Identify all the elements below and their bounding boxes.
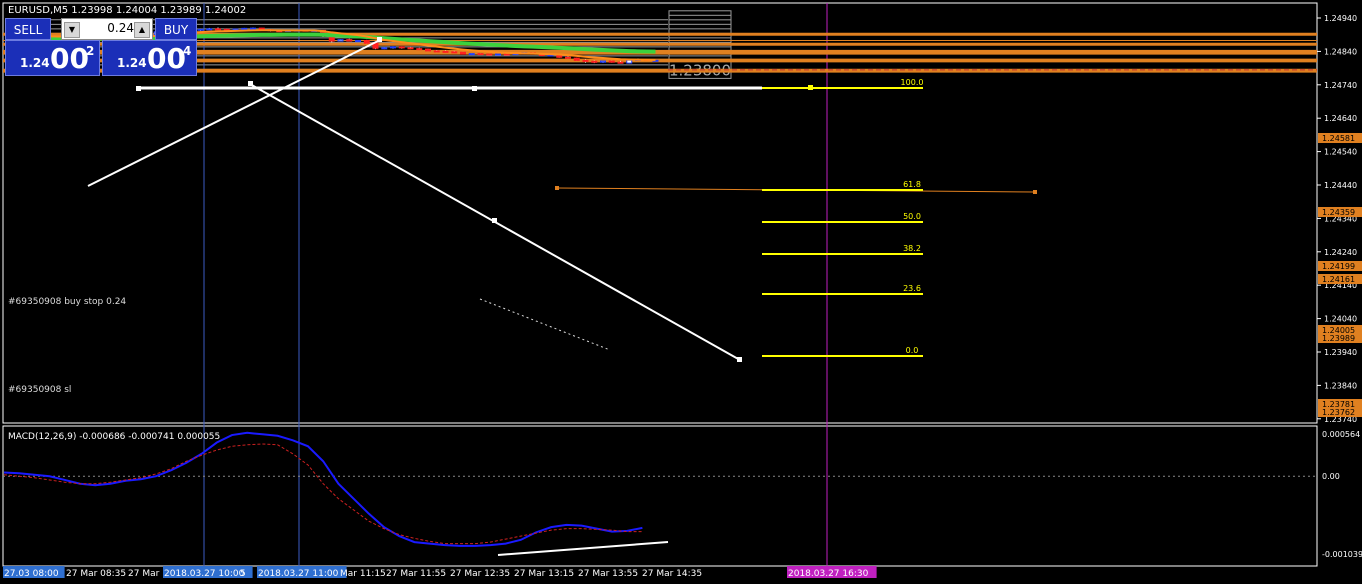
x-tick-label: 5 xyxy=(240,569,246,579)
buy-price-prefix: 1.24 xyxy=(117,56,147,70)
y-tick-label: 1.23940 xyxy=(1324,348,1357,357)
bull-candle xyxy=(381,47,388,50)
bear-candle xyxy=(346,39,353,42)
bear-candle xyxy=(503,53,510,56)
bear-candle xyxy=(416,48,423,51)
macd-tick-label: 0.00 xyxy=(1322,472,1340,481)
fibo-handle[interactable] xyxy=(136,86,141,91)
bear-candle xyxy=(477,53,484,56)
trendline-handle[interactable] xyxy=(492,218,497,223)
buy-button[interactable]: BUY xyxy=(155,18,197,40)
bull-candle xyxy=(197,28,204,31)
buy-price-pips: 00 xyxy=(147,42,186,75)
y-tick-label: 1.24640 xyxy=(1324,114,1357,123)
trendline-handle[interactable] xyxy=(248,81,253,86)
y-tick-label: 1.23840 xyxy=(1324,381,1357,390)
bear-candle xyxy=(608,60,615,63)
bull-candle xyxy=(468,53,475,56)
x-tick-label: 27 Mar 12:35 xyxy=(450,569,510,579)
bear-candle xyxy=(398,46,405,49)
x-tick-label: 27 Mar 13:55 xyxy=(578,569,638,579)
bear-candle xyxy=(407,47,414,50)
bull-candle xyxy=(206,28,213,31)
sell-price-fraction: 2 xyxy=(86,44,95,58)
y-tick-label: 1.24040 xyxy=(1324,315,1357,324)
sell-price-pips: 00 xyxy=(50,42,89,75)
macd-tick-label: -0.001039 xyxy=(1322,550,1362,559)
x-tick-label: 2018.03.27 11:00 xyxy=(258,569,339,579)
price-tag-label: 1.24161 xyxy=(1322,275,1355,284)
bull-candle xyxy=(355,40,361,43)
x-tick-label: Mar 11:15 xyxy=(340,569,386,579)
x-tick-label: 27.03 08:00 xyxy=(4,569,59,579)
bear-candle xyxy=(591,60,598,63)
x-tick-label: 27 Mar xyxy=(128,569,160,579)
fib-level-label: 0.0 xyxy=(906,346,919,355)
lot-size-field[interactable]: ▼ 0.24 ▲ xyxy=(61,18,153,40)
lot-increase-icon[interactable]: ▲ xyxy=(134,22,150,38)
bear-candle xyxy=(565,56,571,59)
bull-candle xyxy=(241,27,248,30)
bear-candle xyxy=(460,51,466,55)
y-tick-label: 1.24740 xyxy=(1324,81,1357,90)
price-tag-label: 1.24199 xyxy=(1322,262,1355,271)
fib-level-label: 23.6 xyxy=(903,284,921,293)
trading-chart[interactable]: 1.249001.248001.247001.246001.245001.244… xyxy=(0,0,1362,584)
x-tick-label: 27 Mar 14:35 xyxy=(642,569,702,579)
x-tick-label: 27 Mar 11:55 xyxy=(386,569,446,579)
bull-candle xyxy=(495,53,501,56)
bear-candle xyxy=(433,50,440,53)
trendline-handle[interactable] xyxy=(377,37,382,42)
bear-candle xyxy=(573,57,580,61)
bull-candle xyxy=(600,60,606,63)
sl-order-label: #69350908 sl xyxy=(8,385,71,395)
bear-candle xyxy=(215,28,221,31)
y-tick-label: 1.24840 xyxy=(1324,47,1357,56)
bear-candle xyxy=(617,61,624,64)
fib-level-label: 50.0 xyxy=(903,212,921,221)
lot-decrease-icon[interactable]: ▼ xyxy=(64,22,80,38)
fib-level-label: 61.8 xyxy=(903,180,921,189)
bull-candle xyxy=(250,27,256,30)
y-tick-label: 1.24940 xyxy=(1324,14,1357,23)
price-tag-label: 1.24359 xyxy=(1322,208,1355,217)
bear-candle xyxy=(442,50,449,53)
y-tick-label: 1.24240 xyxy=(1324,248,1357,257)
bull-candle xyxy=(390,46,396,49)
fib-handle[interactable] xyxy=(808,85,813,90)
buy-price-box[interactable]: 1.24 00 4 xyxy=(102,40,197,76)
price-tag-label: 1.24581 xyxy=(1322,134,1355,143)
fib-level-label: 100.0 xyxy=(901,78,924,87)
trendline-handle[interactable] xyxy=(737,357,742,362)
bull-candle xyxy=(626,59,633,64)
buy-stop-order-label: #69350908 buy stop 0.24 xyxy=(8,297,126,307)
x-tick-label: 2018.03.27 16:30 xyxy=(788,569,869,579)
macd-label: MACD(12,26,9) -0.000686 -0.000741 0.0000… xyxy=(8,432,220,442)
sell-price-prefix: 1.24 xyxy=(20,56,50,70)
ray-handle[interactable] xyxy=(555,186,559,190)
bear-candle xyxy=(582,59,589,62)
bear-candle xyxy=(486,53,493,56)
x-tick-label: 27 Mar 08:35 xyxy=(66,569,126,579)
fib-level-label: 38.2 xyxy=(903,244,921,253)
price-tag-label: 1.23989 xyxy=(1322,334,1355,343)
fibo-handle[interactable] xyxy=(472,86,477,91)
sell-button[interactable]: SELL xyxy=(5,18,51,40)
y-tick-label: 1.24540 xyxy=(1324,148,1357,157)
y-tick-label: 1.24440 xyxy=(1324,181,1357,190)
ray-handle[interactable] xyxy=(1033,190,1037,194)
chart-title: EURUSD,M5 1.23998 1.24004 1.23989 1.2400… xyxy=(8,5,246,16)
one-click-trading-panel: SELL ▼ 0.24 ▲ BUY 1.24 00 2 1.24 00 4 xyxy=(5,18,197,76)
bear-candle xyxy=(363,40,370,44)
price-tag-label: 1.23762 xyxy=(1322,408,1355,417)
bear-candle xyxy=(425,48,431,52)
buy-price-fraction: 4 xyxy=(183,44,192,58)
x-tick-label: 27 Mar 13:15 xyxy=(514,569,574,579)
macd-tick-label: 0.000564 xyxy=(1322,430,1360,439)
bear-candle xyxy=(451,51,458,54)
sell-price-box[interactable]: 1.24 00 2 xyxy=(5,40,100,76)
lot-size-value[interactable]: 0.24 xyxy=(80,21,134,35)
bull-candle xyxy=(337,39,344,42)
x-tick-label: 2018.03.27 10:00 xyxy=(164,569,245,579)
